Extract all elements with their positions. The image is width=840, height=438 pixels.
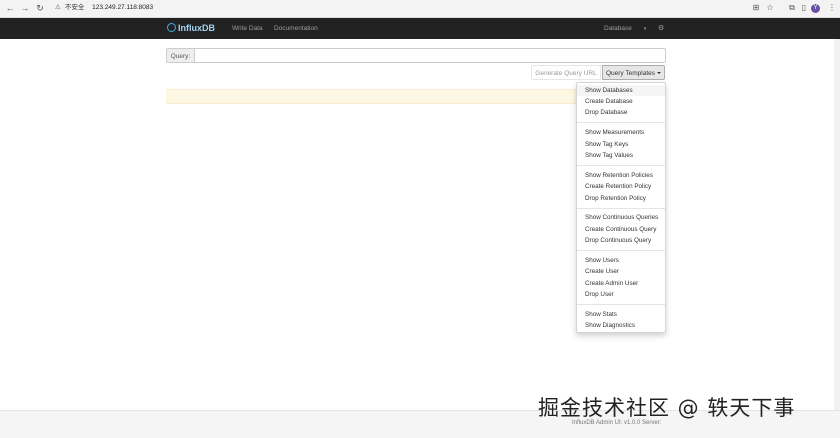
page-scrollbar[interactable] (834, 39, 840, 410)
translate-icon[interactable]: ⊞ (750, 2, 762, 14)
menu-item-show-tag-values[interactable]: Show Tag Values (577, 150, 665, 161)
nav-documentation[interactable]: Documentation (274, 22, 318, 35)
menu-item-create-user[interactable]: Create User (577, 266, 665, 277)
star-icon[interactable]: ☆ (764, 2, 776, 14)
query-templates-menu: Show Databases Create Database Drop Data… (576, 82, 666, 333)
menu-item-show-tag-keys[interactable]: Show Tag Keys (577, 139, 665, 150)
menu-item-drop-database[interactable]: Drop Database (577, 107, 665, 118)
menu-item-drop-user[interactable]: Drop User (577, 289, 665, 300)
menu-item-show-databases[interactable]: Show Databases (577, 85, 665, 96)
influxdb-logo-icon (167, 23, 176, 32)
sidebar-icon[interactable]: ▯ (798, 2, 810, 14)
alert-bar (166, 89, 578, 104)
brand-logo[interactable]: InfluxDB (167, 22, 215, 35)
security-label: 不安全 (64, 4, 85, 11)
menu-divider (577, 165, 665, 166)
menu-item-create-continuous-query[interactable]: Create Continuous Query (577, 224, 665, 235)
menu-item-show-diagnostics[interactable]: Show Diagnostics (577, 320, 665, 331)
database-selector[interactable]: Database ▾ (604, 22, 646, 35)
menu-divider (577, 122, 665, 123)
database-label: Database (604, 25, 632, 32)
menu-item-drop-retention-policy[interactable]: Drop Retention Policy (577, 193, 665, 204)
reload-icon[interactable]: ↻ (34, 2, 46, 14)
url-text: 123.249.27.118:8083 (92, 4, 154, 11)
brand-text: InfluxDB (178, 23, 215, 33)
arrow-right-icon[interactable]: → (19, 2, 31, 14)
address-bar[interactable]: ⚠ 不安全 123.249.27.118:8083 (55, 2, 735, 14)
menu-item-create-admin-user[interactable]: Create Admin User (577, 278, 665, 289)
menu-item-show-measurements[interactable]: Show Measurements (577, 127, 665, 138)
query-input[interactable] (195, 48, 666, 63)
nav-write-data[interactable]: Write Data (232, 22, 263, 35)
query-templates-label: Query Templates (605, 70, 655, 77)
menu-divider (577, 208, 665, 209)
menu-divider (577, 304, 665, 305)
gear-icon[interactable]: ⚙ (658, 22, 664, 35)
menu-item-create-database[interactable]: Create Database (577, 96, 665, 107)
menu-item-show-stats[interactable]: Show Stats (577, 309, 665, 320)
menu-item-show-retention-policies[interactable]: Show Retention Policies (577, 170, 665, 181)
query-label: Query: (166, 48, 195, 63)
menu-item-show-continuous-queries[interactable]: Show Continuous Queries (577, 212, 665, 223)
caret-down-icon (657, 72, 661, 74)
menu-divider (577, 250, 665, 251)
generate-query-url-button[interactable]: Generate Query URL (531, 65, 601, 80)
menu-item-drop-continuous-query[interactable]: Drop Continuous Query (577, 235, 665, 246)
watermark: 掘金技术社区 @ 轶天下事 (538, 396, 796, 420)
puzzle-icon[interactable]: ⧉ (786, 2, 798, 14)
menu-item-create-retention-policy[interactable]: Create Retention Policy (577, 181, 665, 192)
arrow-left-icon[interactable]: ← (4, 2, 16, 14)
query-templates-button[interactable]: Query Templates (602, 65, 665, 80)
browser-toolbar: ← → ↻ ⚠ 不安全 123.249.27.118:8083 ⊞ ☆ ⧉ ▯ Y… (0, 0, 840, 18)
menu-icon[interactable]: ⋮ (826, 2, 838, 14)
menu-item-show-users[interactable]: Show Users (577, 255, 665, 266)
caret-down-icon: ▾ (643, 26, 647, 32)
warning-icon: ⚠ (55, 4, 61, 11)
query-group: Query: (166, 48, 666, 63)
avatar[interactable]: Y (811, 4, 820, 13)
app-navbar: InfluxDB Write Data Documentation Databa… (0, 18, 840, 39)
